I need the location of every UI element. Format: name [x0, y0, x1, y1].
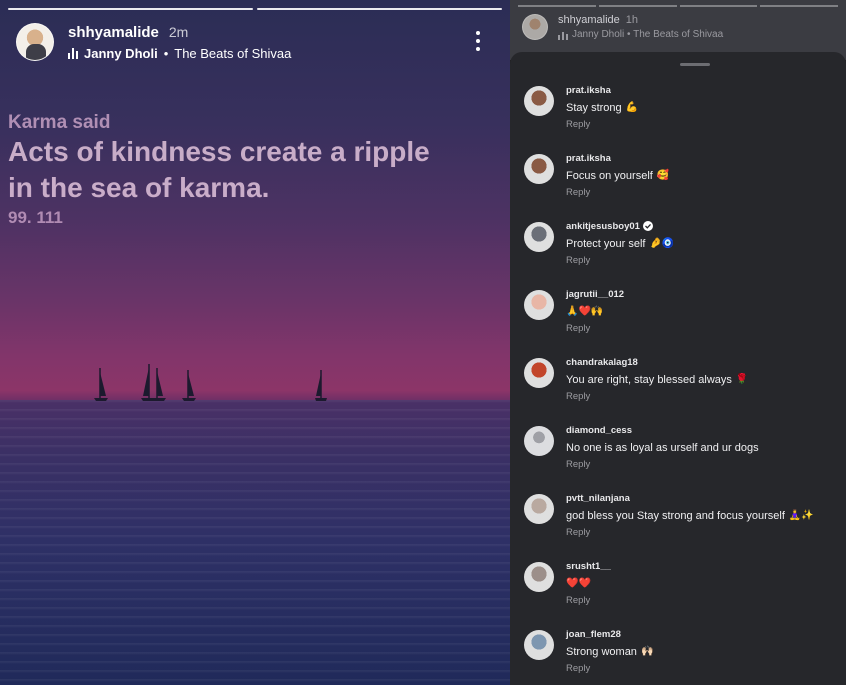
comment-username[interactable]: jagrutii__012	[566, 289, 624, 300]
comment-emoji: 🧘‍♀️✨	[788, 510, 814, 521]
comment-emoji: 🙌🏻	[640, 646, 654, 657]
sailboat-1	[92, 366, 110, 402]
panel-username: shhyamalide	[558, 14, 620, 26]
avatar	[522, 14, 548, 40]
drag-handle[interactable]	[680, 63, 710, 66]
reply-button[interactable]: Reply	[566, 255, 674, 266]
dimmed-story-header: shhyamalide 1h Janny Dholi • The Beats of…	[510, 0, 846, 60]
comment-username[interactable]: srusht1__	[566, 561, 611, 572]
avatar[interactable]	[524, 630, 554, 660]
comment-emoji: 🙏❤️🙌	[566, 306, 604, 317]
reply-button[interactable]: Reply	[566, 663, 653, 674]
comment-username[interactable]: ankitjesusboy01	[566, 221, 640, 232]
progress-segment	[518, 5, 596, 7]
comment-username[interactable]: prat.iksha	[566, 153, 611, 164]
comment-item: chandrakalag18 You are right, stay blesse…	[524, 356, 840, 414]
music-separator: •	[163, 45, 169, 61]
avatar[interactable]	[524, 290, 554, 320]
comment-username[interactable]: diamond_cess	[566, 425, 632, 436]
panel-music: Janny Dholi • The Beats of Shivaa	[572, 29, 724, 40]
quote-pre: Karma said	[8, 112, 111, 133]
comment-item: ankitjesusboy01 Protect your self 🤌🧿 Reply	[524, 220, 840, 278]
progress-segment	[679, 5, 758, 7]
avatar[interactable]	[524, 426, 554, 456]
story-view[interactable]: shhyamalide 2m Janny Dholi • The Beats o…	[0, 0, 510, 685]
comment-text: god bless you Stay strong and focus your…	[566, 510, 785, 522]
quote-line-2: in the sea of karma.	[8, 172, 270, 203]
comments-panel: shhyamalide 1h Janny Dholi • The Beats of…	[510, 0, 846, 685]
header-text: shhyamalide 2m Janny Dholi • The Beats o…	[68, 24, 291, 61]
music-bars-icon	[68, 47, 78, 59]
verified-badge-icon	[642, 221, 653, 231]
comment-item: prat.iksha Focus on yourself 🥰 Reply	[524, 152, 840, 210]
comment-emoji: 🥰	[656, 170, 670, 181]
avatar[interactable]	[524, 358, 554, 388]
story-quote: Karma said Acts of kindness create a rip…	[8, 112, 503, 228]
comment-username[interactable]: chandrakalag18	[566, 357, 638, 368]
sea-background	[0, 400, 510, 685]
panel-time: 1h	[625, 14, 639, 26]
reply-button[interactable]: Reply	[566, 323, 624, 334]
comment-item: diamond_cess No one is as loyal as urself…	[524, 424, 840, 482]
panel-header: shhyamalide 1h Janny Dholi • The Beats of…	[522, 14, 723, 40]
comment-text: Protect your self	[566, 238, 646, 250]
progress-segment	[8, 8, 253, 10]
quote-number: 99. 111	[8, 208, 63, 227]
comment-item: srusht1__ ❤️❤️ Reply	[524, 560, 840, 618]
avatar[interactable]	[16, 23, 54, 61]
reply-button[interactable]: Reply	[566, 527, 814, 538]
reply-button[interactable]: Reply	[566, 459, 759, 470]
story-header: shhyamalide 2m Janny Dholi • The Beats o…	[16, 22, 494, 62]
progress-segment	[760, 5, 838, 7]
comment-emoji: 🤌🧿	[649, 238, 675, 249]
avatar[interactable]	[524, 86, 554, 116]
reply-button[interactable]: Reply	[566, 391, 748, 402]
comment-username[interactable]: joan_flem28	[566, 629, 621, 640]
comments-sheet: prat.iksha Stay strong 💪 Reply prat.iksha Foc…	[510, 52, 846, 685]
reply-button[interactable]: Reply	[566, 187, 669, 198]
panel-progress-bar	[518, 5, 838, 7]
comment-item: prat.iksha Stay strong 💪 Reply	[524, 84, 840, 142]
comment-item: jagrutii__012 🙏❤️🙌 Reply	[524, 288, 840, 346]
sailboat-4	[314, 368, 328, 402]
more-options-icon[interactable]	[468, 28, 488, 54]
progress-segment	[257, 8, 502, 10]
comment-item: pvtt_nilanjanagod bless you Stay strong …	[524, 492, 840, 550]
reply-button[interactable]: Reply	[566, 119, 638, 130]
comment-text: Strong woman	[566, 646, 637, 658]
story-username[interactable]: shhyamalide	[68, 24, 159, 41]
avatar[interactable]	[524, 494, 554, 524]
story-progress-bar	[8, 8, 502, 10]
progress-segment	[598, 5, 677, 7]
sailboat-3	[180, 368, 198, 402]
music-artist: Janny Dholi	[84, 45, 158, 61]
comment-emoji: ❤️❤️	[566, 578, 591, 589]
comment-item: joan_flem28 Strong woman 🙌🏻 Reply	[524, 628, 840, 685]
reply-button[interactable]: Reply	[566, 595, 611, 606]
comment-emoji: 💪	[625, 102, 639, 113]
sailboat-2	[140, 362, 168, 402]
avatar[interactable]	[524, 154, 554, 184]
story-time: 2m	[168, 23, 189, 40]
comment-username[interactable]: pvtt_nilanjana	[566, 493, 630, 504]
avatar[interactable]	[524, 562, 554, 592]
comment-text: Focus on yourself	[566, 170, 653, 182]
quote-line-1: Acts of kindness create a ripple	[8, 136, 430, 167]
comment-text: No one is as loyal as urself and ur dogs	[566, 442, 759, 454]
music-info[interactable]: Janny Dholi • The Beats of Shivaa	[68, 46, 291, 61]
avatar[interactable]	[524, 222, 554, 252]
music-bars-icon	[558, 29, 568, 40]
comment-username[interactable]: prat.iksha	[566, 85, 611, 96]
music-title: The Beats of Shivaa	[174, 45, 292, 61]
comment-emoji: 🌹	[735, 374, 749, 385]
comment-text: Stay strong	[566, 102, 622, 114]
comment-text: You are right, stay blessed always	[566, 374, 732, 386]
